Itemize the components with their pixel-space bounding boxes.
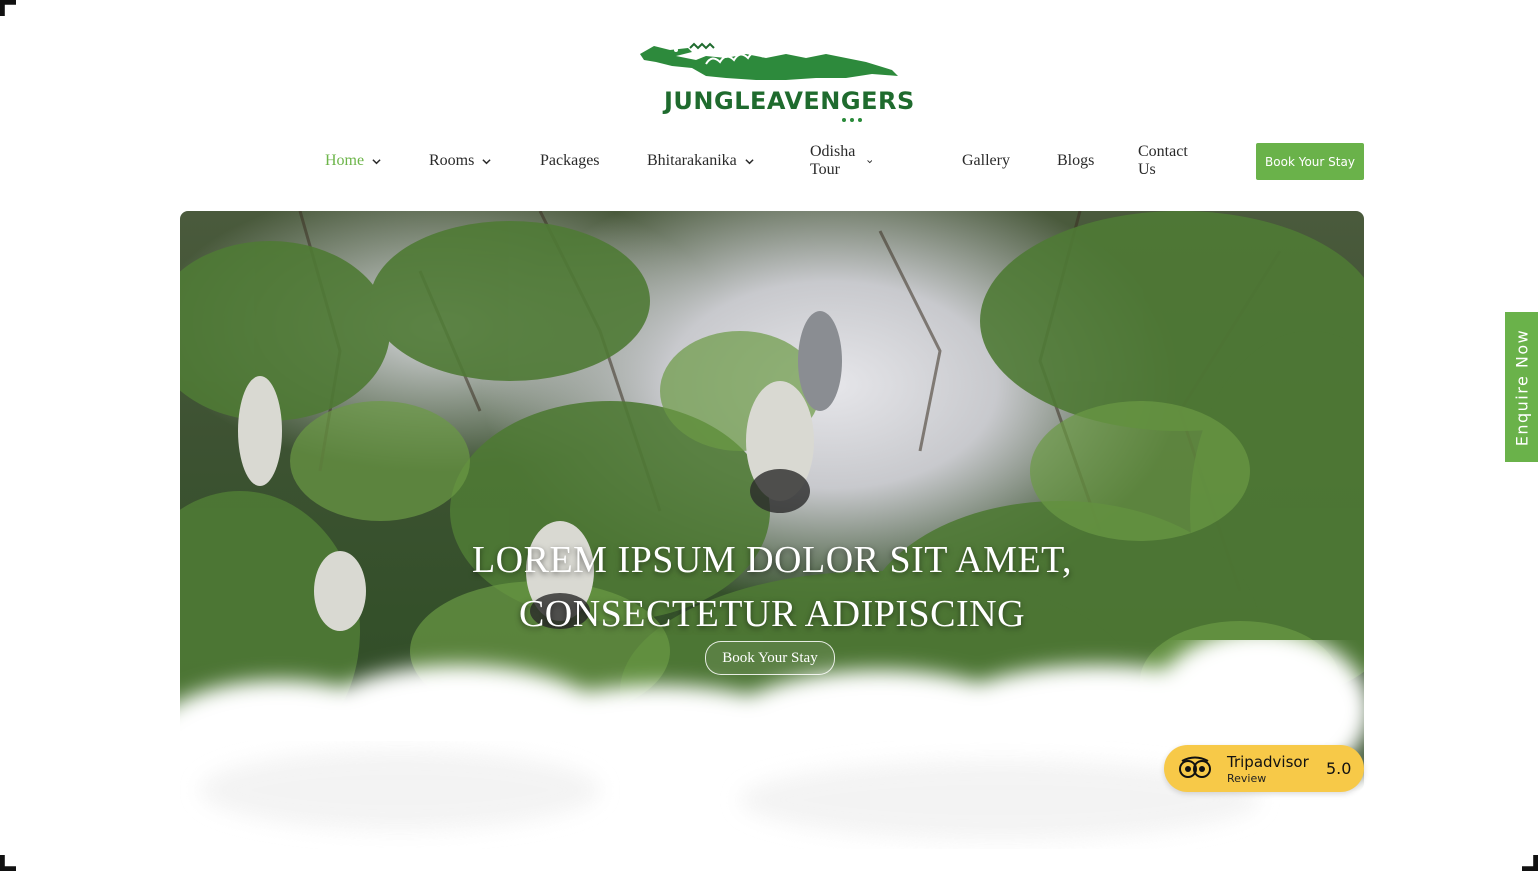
corner-mark-bottom-left	[0, 855, 16, 871]
nav-item-contact-us[interactable]: Contact Us	[1138, 143, 1188, 179]
nav-item-label: Home	[325, 152, 365, 169]
enquire-now-tab[interactable]: Enquire Now	[1505, 312, 1538, 462]
nav-item-gallery[interactable]: Gallery	[962, 143, 1010, 179]
logo-text: JUNGLEAVENGERS	[664, 87, 915, 115]
book-your-stay-button[interactable]: Book Your Stay	[1256, 143, 1364, 180]
corner-mark-top-left	[0, 0, 16, 16]
nav-item-bhitarakanika[interactable]: Bhitarakanika	[647, 143, 754, 179]
chevron-down-icon	[867, 159, 873, 163]
nav-item-packages[interactable]: Packages	[540, 143, 600, 179]
tripadvisor-sub: Review	[1227, 772, 1267, 785]
hero-title-line-2: CONSECTETUR ADIPISCING	[518, 593, 1026, 635]
nav-item-home[interactable]: Home	[325, 143, 381, 179]
nav-item-label: Packages	[540, 152, 600, 169]
nav-item-label: Odisha Tour	[810, 143, 856, 178]
corner-mark-bottom-right	[1522, 855, 1538, 871]
chevron-down-icon	[482, 158, 491, 164]
crocodile-logo-icon	[640, 42, 898, 80]
chevron-down-icon	[745, 158, 754, 164]
nav-item-odisha-tour[interactable]: Odisha Tour	[810, 143, 873, 179]
logo-dots	[842, 118, 862, 122]
nav-item-blogs[interactable]: Blogs	[1057, 143, 1094, 179]
enquire-now-label: Enquire Now	[1512, 328, 1531, 446]
nav-item-label: Gallery	[962, 152, 1010, 169]
nav-item-label: Blogs	[1057, 152, 1095, 169]
nav-item-label: Rooms	[429, 152, 475, 169]
tripadvisor-owl-icon	[1179, 756, 1211, 778]
tripadvisor-score: 5.0	[1326, 759, 1352, 778]
nav-item-rooms[interactable]: Rooms	[429, 143, 491, 179]
nav-item-label: Contact Us	[1138, 143, 1188, 178]
tripadvisor-name: Tripadvisor	[1227, 753, 1309, 771]
hero-title: LOREM IPSUM DOLOR SIT AMET, CONSECTETUR …	[180, 533, 1364, 641]
nav-item-label: Bhitarakanika	[647, 152, 737, 169]
chevron-down-icon	[372, 158, 381, 164]
hero-title-line-1: LOREM IPSUM DOLOR SIT AMET,	[471, 539, 1073, 581]
site-logo[interactable]: JUNGLEAVENGERS	[636, 40, 914, 126]
tripadvisor-badge[interactable]: Tripadvisor Review 5.0	[1164, 745, 1364, 792]
